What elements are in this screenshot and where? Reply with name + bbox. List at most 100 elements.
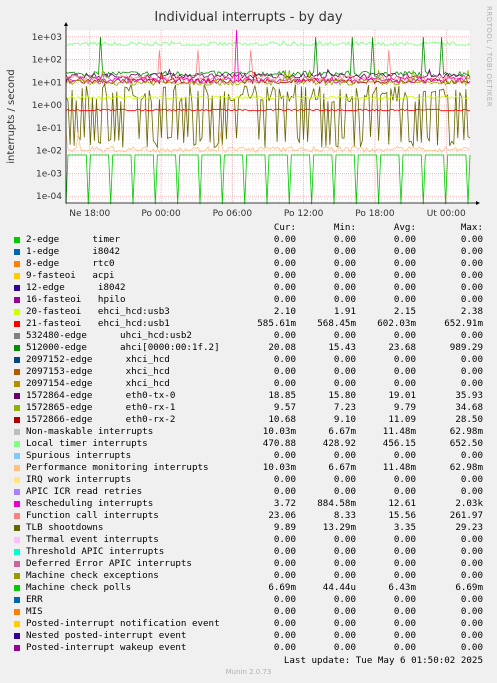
legend-cur: 0.00 — [273, 270, 296, 281]
legend-label: 16-fasteoi hpilo — [26, 294, 126, 305]
y-tick-label: 1e+01 — [32, 78, 62, 88]
legend-avg: 0.00 — [393, 378, 416, 389]
legend-swatch — [14, 597, 20, 603]
legend-swatch — [14, 357, 20, 363]
legend-min: 7.23 — [333, 402, 356, 413]
legend-row: 512000-edge ahci[0000:00:1f.2] 20.08 15.43… — [0, 342, 497, 354]
legend-avg: 11.09 — [388, 414, 416, 425]
legend-label: 512000-edge ahci[0000:00:1f.2] — [26, 342, 220, 353]
legend-min: 0.00 — [333, 606, 356, 617]
legend-max: 652.91m — [444, 318, 483, 329]
legend-label: 1572865-edge eth0-rx-1 — [26, 402, 176, 413]
legend-swatch — [14, 561, 20, 567]
legend-max: 0.00 — [460, 270, 483, 281]
legend-avg: 0.00 — [393, 294, 416, 305]
legend-row: 1572865-edge eth0-rx-1 9.57 7.23 9.79 34.68 — [0, 402, 497, 414]
legend-cur: 0.00 — [273, 246, 296, 257]
last-update: Last update: Tue May 6 01:50:02 2025 — [283, 655, 483, 666]
legend-cur: 20.08 — [268, 342, 296, 353]
legend-swatch — [14, 273, 20, 279]
legend-cur: 0.00 — [273, 486, 296, 497]
legend-cur: 0.00 — [273, 234, 296, 245]
legend-min: 0.00 — [333, 270, 356, 281]
legend-avg: 0.00 — [393, 606, 416, 617]
legend-row: 2097152-edge xhci_hcd 0.00 0.00 0.00 0.00 — [0, 354, 497, 366]
legend-max: 0.00 — [460, 594, 483, 605]
legend-cur: 0.00 — [273, 330, 296, 341]
legend-row: Posted-interrupt notification event 0.00 0… — [0, 618, 497, 630]
legend-label: Rescheduling interrupts — [26, 498, 154, 509]
legend-min: 9.10 — [333, 414, 356, 425]
legend-cur: 10.68 — [268, 414, 296, 425]
legend-avg: 0.00 — [393, 258, 416, 269]
legend-row: Posted-interrupt wakeup event 0.00 0.00 0.0… — [0, 642, 497, 654]
legend-cur: 0.00 — [273, 558, 296, 569]
legend-max: 0.00 — [460, 330, 483, 341]
legend-row: ERR 0.00 0.00 0.00 0.00 — [0, 594, 497, 606]
x-tick-label: Ne 18:00 — [69, 209, 110, 219]
y-tick-label: 1e+02 — [32, 56, 62, 66]
legend-label: Posted-interrupt wakeup event — [26, 642, 187, 653]
legend-cur: 0.00 — [273, 606, 296, 617]
legend-min: 15.43 — [328, 342, 356, 353]
legend-row: Machine check polls 6.69m 44.44u 6.43m 6.69m — [0, 582, 497, 594]
legend-avg: 0.00 — [393, 534, 416, 545]
legend-cur: 0.00 — [273, 534, 296, 545]
legend-swatch — [14, 369, 20, 375]
legend-max: 0.00 — [460, 618, 483, 629]
y-tick-label: 1e+00 — [32, 101, 63, 111]
legend-row: 8-edge rtc0 0.00 0.00 0.00 0.00 — [0, 258, 497, 270]
legend-swatch — [14, 501, 20, 507]
legend-min: 0.00 — [333, 330, 356, 341]
legend-min: 884.58m — [317, 498, 356, 509]
legend-avg: 9.79 — [393, 402, 416, 413]
legend-swatch — [14, 465, 20, 471]
legend-avg: 0.00 — [393, 642, 416, 653]
legend-header-max: Max: — [460, 222, 483, 233]
legend-min: 8.33 — [333, 510, 356, 521]
legend-min: 0.00 — [333, 594, 356, 605]
legend-avg: 0.00 — [393, 594, 416, 605]
legend-row: 2-edge timer 0.00 0.00 0.00 0.00 — [0, 234, 497, 246]
legend-swatch — [14, 417, 20, 423]
legend-cur: 0.00 — [273, 642, 296, 653]
legend-swatch — [14, 405, 20, 411]
legend-cur: 0.00 — [273, 450, 296, 461]
legend-swatch — [14, 609, 20, 615]
legend-header-avg: Avg: — [393, 222, 416, 233]
legend-swatch — [14, 645, 20, 651]
legend-avg: 0.00 — [393, 270, 416, 281]
legend-avg: 0.00 — [393, 282, 416, 293]
y-axis-arrow — [64, 22, 68, 26]
legend-avg: 0.00 — [393, 558, 416, 569]
legend-min: 0.00 — [333, 486, 356, 497]
legend-max: 0.00 — [460, 642, 483, 653]
legend-min: 15.80 — [328, 390, 356, 401]
legend-min: 0.00 — [333, 450, 356, 461]
y-tick-label: 1e-04 — [36, 192, 62, 202]
legend-avg: 15.56 — [388, 510, 416, 521]
legend-cur: 10.03m — [262, 426, 296, 437]
legend-cur: 23.06 — [268, 510, 296, 521]
legend-cur: 2.10 — [273, 306, 296, 317]
y-tick-label: 1e-01 — [36, 124, 62, 134]
legend-swatch — [14, 513, 20, 519]
legend-swatch — [14, 333, 20, 339]
legend-cur: 0.00 — [273, 570, 296, 581]
legend-label: Non-maskable interrupts — [26, 426, 154, 437]
legend-row: Function call interrupts 23.06 8.33 15.56 26… — [0, 510, 497, 522]
legend-max: 35.93 — [455, 390, 483, 401]
legend-label: 9-fasteoi acpi — [26, 270, 115, 281]
legend-cur: 9.89 — [273, 522, 296, 533]
legend-max: 0.00 — [460, 486, 483, 497]
legend-max: 0.00 — [460, 534, 483, 545]
legend-min: 0.00 — [333, 234, 356, 245]
legend-swatch — [14, 309, 20, 315]
legend-max: 261.97 — [449, 510, 483, 521]
legend-label: 2097152-edge xhci_hcd — [26, 354, 170, 365]
legend-swatch — [14, 381, 20, 387]
legend-label: Machine check exceptions — [26, 570, 159, 581]
legend-swatch — [14, 477, 20, 483]
legend-label: Nested posted-interrupt event — [26, 630, 187, 641]
legend-swatch — [14, 261, 20, 267]
